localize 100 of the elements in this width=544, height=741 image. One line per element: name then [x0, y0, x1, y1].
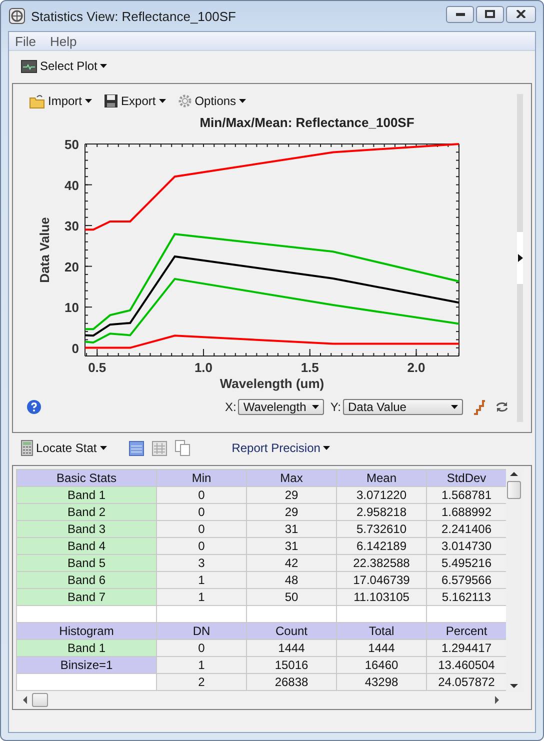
refresh-icon[interactable]: [495, 401, 509, 413]
table-cell: 2: [156, 674, 246, 690]
up-arrow-icon[interactable]: [510, 469, 518, 479]
column-header: Count: [246, 622, 336, 640]
table-cell: 5.732610: [336, 520, 426, 538]
column-header: DN: [156, 622, 246, 640]
menu-item[interactable]: File: [15, 34, 36, 48]
table-cell: 0: [156, 538, 246, 554]
column-header: Basic Stats: [16, 470, 156, 486]
table-cell: 16460: [336, 656, 426, 674]
table-cell: Band 1: [16, 640, 156, 656]
stairs-icon[interactable]: [473, 399, 485, 415]
caret-icon: [100, 446, 107, 450]
toolbar-button[interactable]: Export: [102, 91, 168, 111]
table-cell: 1.688992: [426, 504, 506, 520]
table-cell: 0: [156, 520, 246, 538]
right-arrow-icon: [518, 254, 522, 262]
column-header: Max: [246, 470, 336, 486]
table-cell: 1444: [246, 640, 336, 656]
table-cell: 1: [156, 656, 246, 674]
y-axis-select[interactable]: Data Value: [343, 399, 463, 415]
column-header: Histogram: [16, 622, 156, 640]
locate-stat-button[interactable]: Locate Stat: [19, 438, 109, 458]
column-header: Total: [336, 622, 426, 640]
copy-icon[interactable]: [174, 440, 190, 456]
table-cell: 13.460504: [426, 656, 506, 674]
table-cell: 0: [156, 504, 246, 520]
right-arrow-icon[interactable]: [494, 696, 500, 704]
table-cell: 48: [246, 572, 336, 588]
table-cell: 2.958218: [336, 504, 426, 520]
caret-icon: [312, 405, 320, 409]
tick-label: 0.5: [88, 360, 106, 375]
help-icon[interactable]: [27, 400, 41, 414]
table-cell: Band 2: [16, 504, 156, 520]
folder-icon: [29, 94, 45, 108]
caret-icon: [100, 64, 108, 68]
caret-icon: [158, 99, 166, 103]
app-icon: [9, 8, 25, 24]
table-cell: 22.382588: [336, 554, 426, 572]
tick-label: 20: [64, 259, 79, 274]
caret-icon: [239, 99, 246, 103]
table-cell: Binsize=1: [16, 656, 156, 674]
scroll-thumb[interactable]: [507, 481, 521, 499]
toolbar-button[interactable]: Import: [27, 91, 94, 111]
caret-icon: [85, 99, 92, 103]
toolbar-button[interactable]: Options: [176, 91, 248, 111]
axis-label: Y:: [330, 400, 341, 414]
close-button[interactable]: [506, 6, 536, 22]
table-cell: Band 3: [16, 520, 156, 538]
table-cell: 50: [246, 588, 336, 606]
table-cell: 29: [246, 486, 336, 504]
column-header: Percent: [426, 622, 506, 640]
minimize-button[interactable]: [446, 6, 474, 22]
chart-title: Min/Max/Mean: Reflectance_100SF: [198, 115, 416, 130]
down-arrow-icon[interactable]: [510, 681, 518, 691]
table-cell: 43298: [336, 674, 426, 690]
collapse-handle[interactable]: [517, 232, 523, 284]
maximize-icon: [485, 10, 495, 18]
tick-label: 30: [64, 218, 79, 234]
table-cell: 0: [156, 486, 246, 504]
scroll-thumb[interactable]: [32, 693, 48, 707]
column-header: StdDev: [426, 470, 506, 486]
left-arrow-icon[interactable]: [22, 696, 28, 704]
maximize-button[interactable]: [476, 6, 504, 22]
table-cell: 15016: [246, 656, 336, 674]
caret-icon: [323, 446, 330, 450]
window-title: Statistics View: Reflectance_100SF: [31, 8, 237, 24]
calculator-icon: [21, 440, 33, 456]
table-cell: Band 7: [16, 588, 156, 606]
table-cell: 11.103105: [336, 588, 426, 606]
table-cell: 2.241406: [426, 520, 506, 538]
table-cell: 31: [246, 520, 336, 538]
axis-title: Data Value: [37, 217, 52, 283]
table-cell: 5.162113: [426, 588, 506, 606]
menu-item[interactable]: Help: [50, 34, 77, 48]
table-icon[interactable]: [128, 440, 144, 456]
table-cell: 42: [246, 554, 336, 572]
column-header: Mean: [336, 470, 426, 486]
table-cell: Band 4: [16, 538, 156, 554]
table-cell: 31: [246, 538, 336, 554]
tick-label: 40: [64, 178, 79, 193]
tick-label: 10: [64, 300, 79, 316]
minimize-icon: [456, 12, 464, 16]
table-cell: 17.046739: [336, 572, 426, 588]
table-cell: 3: [156, 554, 246, 572]
select-plot-button[interactable]: Select Plot: [19, 56, 110, 76]
table-cell: Band 5: [16, 554, 156, 572]
report-precision-button[interactable]: Report Precision: [230, 438, 332, 458]
table-cell: 1: [156, 572, 246, 588]
tick-label: 0: [72, 340, 79, 356]
table-cell: Band 6: [16, 572, 156, 588]
tick-label: 50: [64, 137, 79, 152]
table-cell: 29: [246, 504, 336, 520]
table-cell: 6.579566: [426, 572, 506, 588]
table-cell: 24.057872: [426, 674, 506, 690]
table-cell: 5.495216: [426, 554, 506, 572]
x-axis-select[interactable]: Wavelength: [238, 399, 324, 415]
table-cell: 1444: [336, 640, 426, 656]
axis-label: X:: [224, 400, 236, 414]
table-cell: 1: [156, 588, 246, 606]
